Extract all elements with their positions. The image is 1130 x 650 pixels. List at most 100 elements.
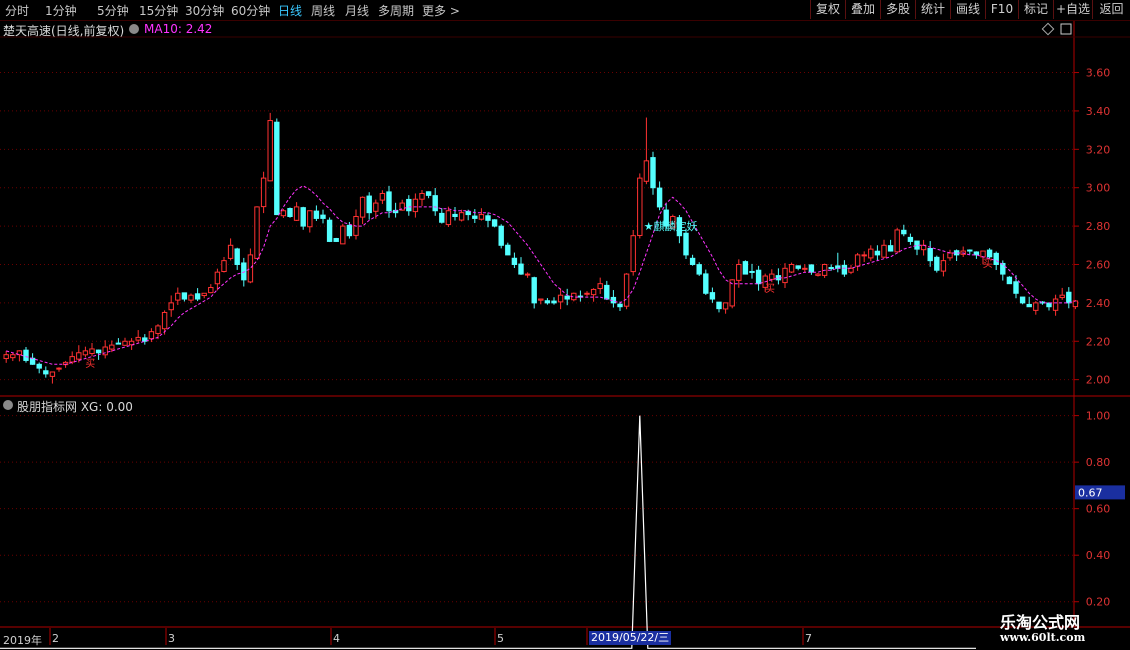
candle-body — [465, 210, 471, 216]
candle — [102, 340, 108, 359]
candle-body — [901, 229, 907, 235]
candle — [10, 352, 16, 362]
candle-body — [36, 363, 42, 369]
price-tick-label: 3.40 — [1086, 105, 1111, 118]
candle-body — [1052, 298, 1059, 311]
candle-body — [122, 340, 128, 346]
candle — [227, 238, 234, 261]
candle-body — [986, 249, 993, 258]
candle-body — [841, 264, 848, 275]
candle-body — [683, 232, 689, 256]
price-tick-label: 3.20 — [1086, 143, 1111, 156]
candle — [452, 207, 458, 221]
buy-marker: 买 — [85, 358, 95, 370]
candle-body — [795, 265, 801, 269]
candle-body — [69, 356, 75, 363]
candle-body — [650, 157, 656, 189]
candle — [307, 210, 313, 233]
candle-body — [10, 354, 16, 359]
candle-body — [29, 357, 36, 365]
candle-body — [155, 325, 161, 334]
month-label: 2 — [52, 632, 59, 645]
candle — [808, 264, 815, 275]
candle-body — [551, 300, 557, 304]
candle — [544, 298, 551, 305]
indicator-menu-icon[interactable] — [129, 24, 139, 34]
candle — [874, 245, 881, 261]
candle-body — [280, 210, 287, 217]
candle — [709, 287, 716, 303]
candle — [683, 228, 689, 260]
candle — [254, 206, 260, 259]
candle-body — [89, 348, 95, 355]
candle-body — [439, 212, 445, 223]
candle-body — [604, 284, 610, 300]
candle-body — [1072, 300, 1079, 308]
candle-body — [722, 302, 729, 310]
candle — [755, 265, 762, 291]
candle-body — [373, 202, 379, 212]
candle-body — [1059, 294, 1065, 299]
sub-indicator-menu-icon[interactable] — [3, 400, 13, 410]
candle-body — [161, 311, 168, 330]
candle — [881, 239, 887, 258]
candle — [914, 240, 920, 256]
candle-body — [320, 214, 326, 219]
year-label: 2019年 — [3, 634, 42, 647]
candle-body — [115, 342, 122, 345]
indicator-tick-label: 0.80 — [1086, 456, 1111, 469]
candle-body — [491, 219, 498, 227]
indicator-tick-label: 0.20 — [1086, 596, 1111, 609]
candle-body — [498, 225, 504, 246]
candle-body — [544, 300, 551, 304]
candle — [267, 112, 273, 182]
candle — [967, 249, 973, 255]
candle — [703, 269, 709, 295]
candle-body — [56, 367, 62, 370]
candle-body — [531, 277, 537, 304]
watermark-title: 乐淘公式网 — [1000, 613, 1081, 632]
candle — [142, 334, 148, 345]
candle — [920, 239, 927, 256]
candle-body — [538, 298, 544, 301]
candle — [815, 272, 821, 277]
candle-body — [524, 273, 531, 276]
candle-body — [287, 208, 293, 218]
candle-body — [637, 177, 643, 236]
candle — [194, 288, 201, 302]
price-tick-label: 2.80 — [1086, 220, 1111, 233]
candle — [749, 263, 755, 279]
diamond-icon — [1041, 22, 1055, 36]
candle — [472, 209, 478, 224]
month-label: 3 — [168, 632, 175, 645]
candle — [716, 301, 722, 313]
candle — [353, 209, 359, 240]
ma10-line — [6, 185, 1076, 365]
candle — [775, 268, 782, 285]
candle-body — [1033, 302, 1039, 311]
kline-chart[interactable]: 2.00 2.20 2.40 2.60 2.80 3.00 3.20 3.40 3.60 0.20… — [0, 0, 1130, 650]
panel-toggle-icon — [1060, 23, 1072, 35]
candle — [650, 151, 656, 195]
xg-signal-line — [0, 415, 976, 649]
candle-body — [43, 370, 49, 375]
candle-body — [505, 244, 511, 256]
candle-body — [1006, 276, 1013, 285]
candle — [458, 209, 465, 222]
candle — [854, 252, 861, 271]
candle-body — [802, 267, 808, 270]
price-tick-label: 3.60 — [1086, 67, 1111, 80]
candle-body — [623, 273, 630, 307]
candle — [122, 337, 128, 346]
candle — [1046, 302, 1052, 311]
candle — [986, 248, 993, 259]
candle-body — [76, 352, 82, 360]
candle — [201, 292, 207, 299]
candle — [425, 191, 432, 199]
candle-body — [313, 210, 320, 219]
candle-body — [293, 206, 300, 221]
candle-body — [934, 256, 940, 271]
candle — [208, 284, 214, 294]
candle — [696, 262, 702, 276]
sub-indicator-label: 股朋指标网 XG: 0.00 — [17, 400, 133, 414]
